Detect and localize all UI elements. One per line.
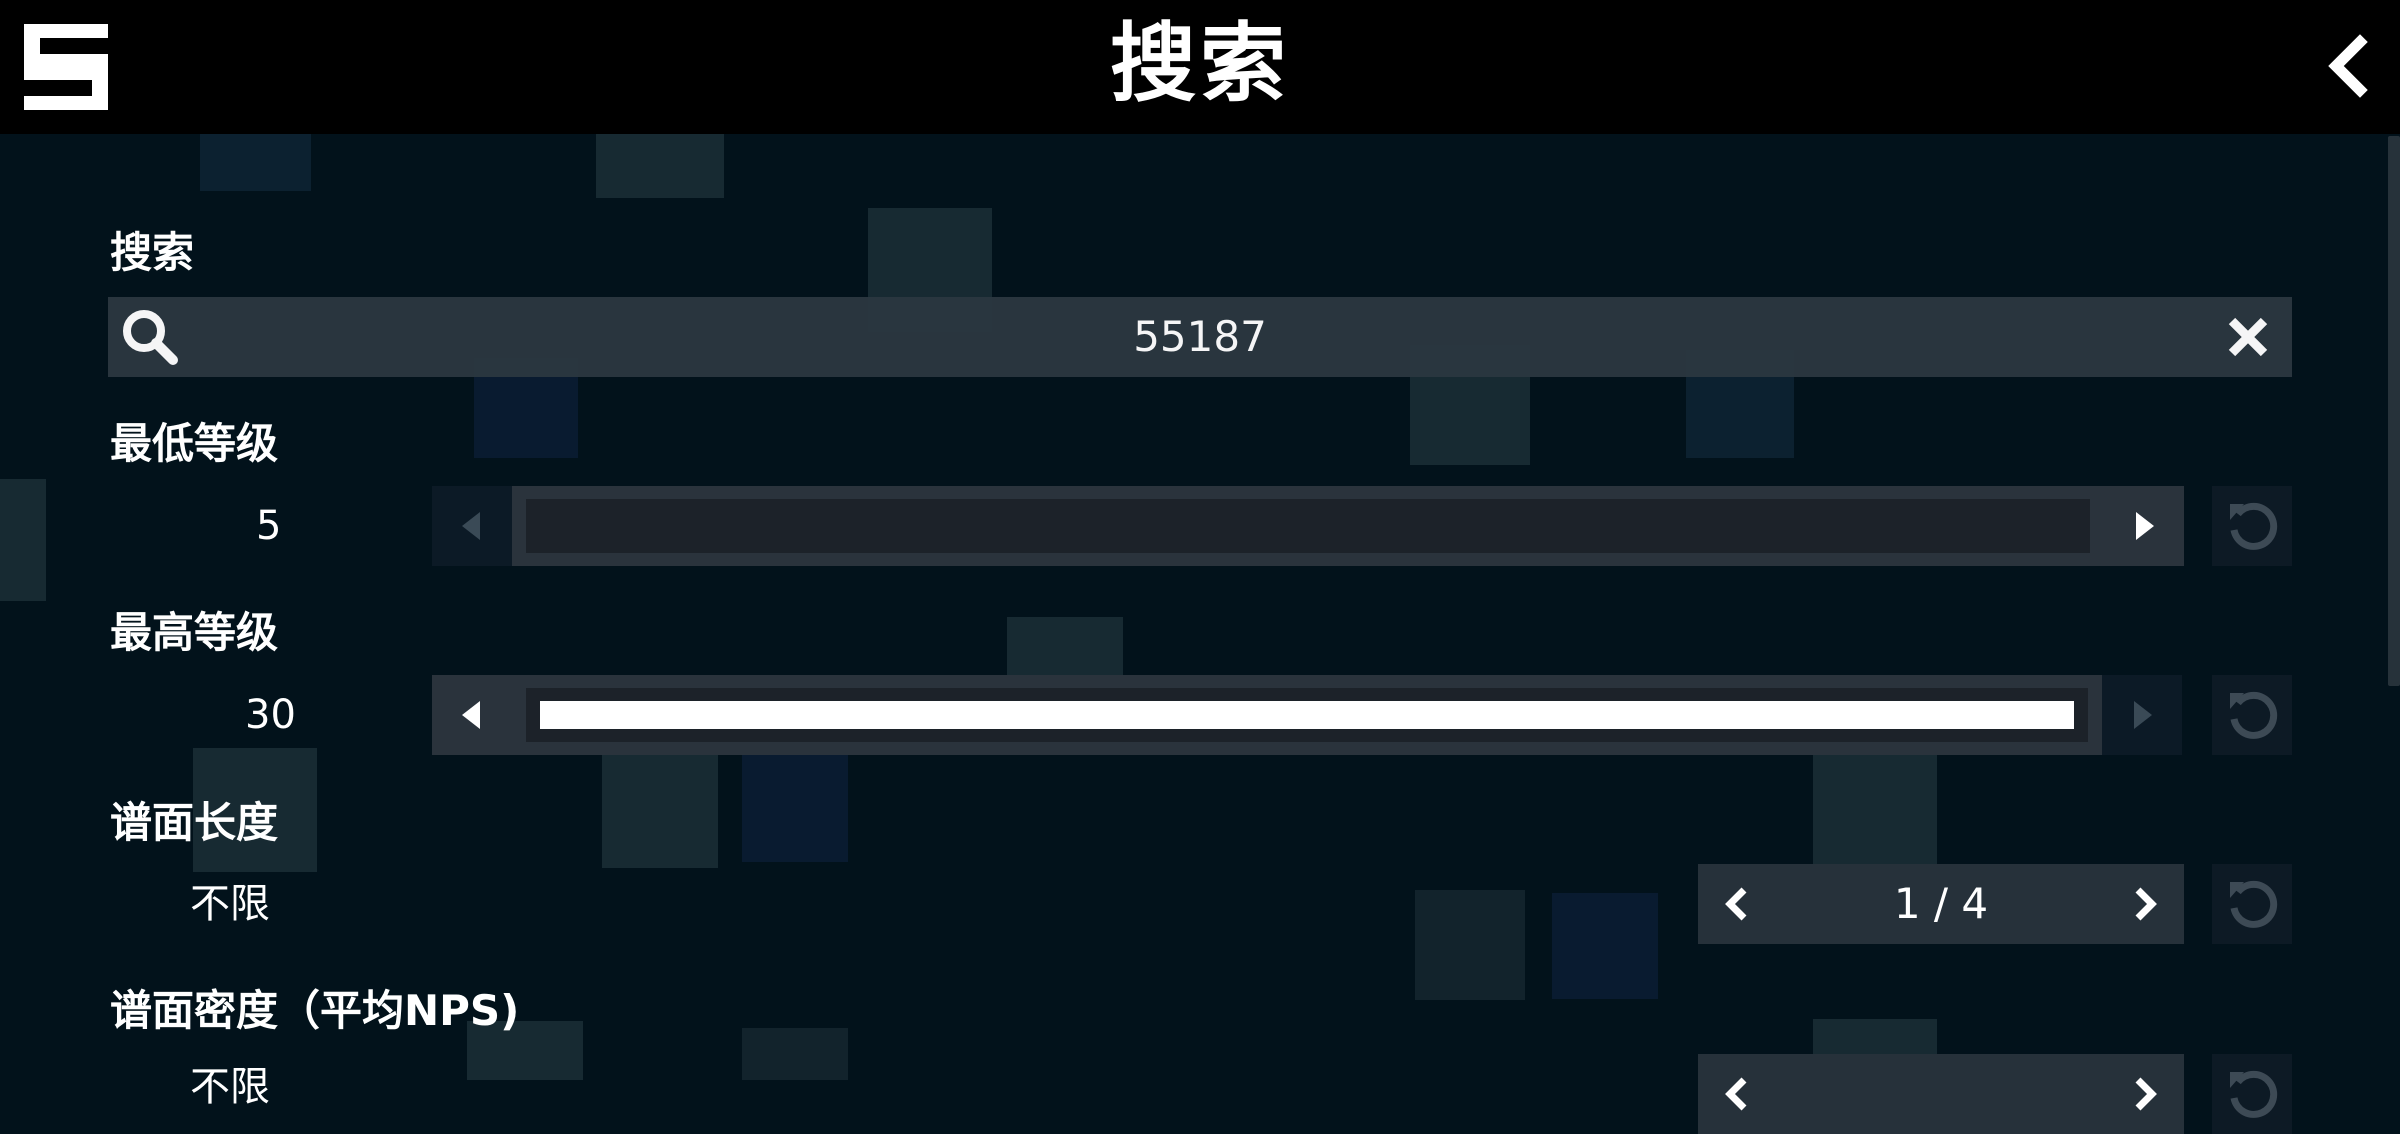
chart-density-pager bbox=[1698, 1054, 2184, 1134]
min-level-label: 最低等级 bbox=[110, 419, 279, 468]
reset-icon bbox=[2230, 691, 2278, 739]
max-level-slider-fill bbox=[540, 701, 2074, 729]
search-field[interactable]: 55187 bbox=[108, 297, 2292, 377]
max-level-slider-track[interactable] bbox=[526, 688, 2088, 742]
chevron-left-icon bbox=[1725, 1077, 1747, 1111]
max-level-slider[interactable] bbox=[432, 675, 2102, 755]
chart-length-label: 谱面长度 bbox=[110, 798, 279, 847]
close-icon[interactable] bbox=[2224, 313, 2272, 361]
chart-length-value: 不限 bbox=[190, 881, 270, 927]
chart-length-reset-button[interactable] bbox=[2212, 864, 2292, 944]
min-level-slider-track[interactable] bbox=[526, 499, 2090, 553]
chart-density-next-button[interactable] bbox=[2104, 1054, 2184, 1134]
chart-length-prev-button[interactable] bbox=[1698, 864, 1778, 944]
max-level-increase-button[interactable] bbox=[2102, 675, 2182, 755]
min-level-slider[interactable] bbox=[512, 486, 2184, 566]
search-form: 搜索 55187 最低等级 5 最高等级 30 谱面长度 不限 1 / 4 谱面… bbox=[0, 134, 2400, 1134]
page-title: 搜索 bbox=[1110, 14, 1290, 114]
caret-right-icon bbox=[2134, 701, 2152, 729]
chevron-left-icon bbox=[1725, 887, 1747, 921]
caret-left-icon bbox=[462, 512, 480, 540]
min-level-reset-button[interactable] bbox=[2212, 486, 2292, 566]
chart-density-label: 谱面密度（平均NPS) bbox=[110, 986, 520, 1035]
min-level-value: 5 bbox=[256, 503, 282, 549]
reset-icon bbox=[2230, 502, 2278, 550]
chart-length-next-button[interactable] bbox=[2104, 864, 2184, 944]
max-level-label: 最高等级 bbox=[110, 608, 279, 657]
back-button[interactable] bbox=[2316, 34, 2380, 98]
max-level-reset-button[interactable] bbox=[2212, 675, 2292, 755]
max-level-decrease-button[interactable] bbox=[432, 675, 512, 755]
search-input[interactable]: 55187 bbox=[108, 312, 2292, 361]
chart-density-prev-button[interactable] bbox=[1698, 1054, 1778, 1134]
reset-icon bbox=[2230, 880, 2278, 928]
chevron-right-icon bbox=[2135, 1077, 2157, 1111]
chevron-right-icon bbox=[2135, 887, 2157, 921]
chart-density-reset-button[interactable] bbox=[2212, 1054, 2292, 1134]
search-section-label: 搜索 bbox=[110, 228, 195, 277]
chart-length-pager: 1 / 4 bbox=[1698, 864, 2184, 944]
chevron-left-icon bbox=[2328, 34, 2368, 98]
max-level-value: 30 bbox=[245, 692, 296, 738]
min-level-decrease-button[interactable] bbox=[432, 486, 512, 566]
chart-length-page-indicator: 1 / 4 bbox=[1893, 879, 1989, 928]
scrollbar[interactable] bbox=[2388, 136, 2400, 686]
chart-density-value: 不限 bbox=[190, 1064, 270, 1110]
min-level-increase-button[interactable] bbox=[2104, 486, 2184, 566]
header-bar: 搜索 bbox=[0, 0, 2400, 134]
caret-left-icon bbox=[462, 701, 480, 729]
reset-icon bbox=[2230, 1070, 2278, 1118]
caret-right-icon bbox=[2136, 512, 2154, 540]
